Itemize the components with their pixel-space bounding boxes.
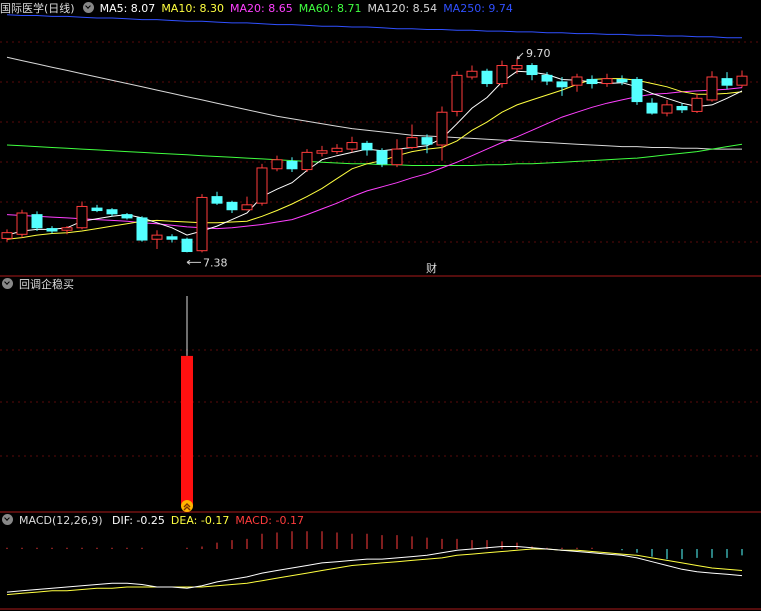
candle-down[interactable]: [181, 238, 193, 253]
candle-up[interactable]: [391, 148, 403, 166]
candle-up[interactable]: [436, 111, 448, 146]
candle-down[interactable]: [286, 160, 298, 170]
candlesticks[interactable]: [1, 58, 748, 253]
candle-up[interactable]: [76, 205, 88, 229]
ma-legend: MA5: 8.07 MA10: 8.30 MA20: 8.65 MA60: 8.71 M…: [100, 2, 519, 15]
low-arrow: [186, 259, 201, 265]
candle-down[interactable]: [616, 78, 628, 83]
candle-down[interactable]: [646, 102, 658, 114]
candle-down[interactable]: [211, 196, 223, 204]
candle-up[interactable]: [256, 167, 268, 204]
candle-up[interactable]: [706, 76, 718, 101]
candle-down[interactable]: [721, 78, 733, 86]
candle-up[interactable]: [511, 65, 523, 70]
candle-up[interactable]: [271, 159, 283, 170]
candle-down[interactable]: [376, 150, 388, 165]
candle-up[interactable]: [196, 196, 208, 252]
legend-dea: DEA: -0.17: [170, 514, 230, 527]
legend-ma10: MA10: 8.30: [161, 2, 225, 15]
legend-ma20: MA20: 8.65: [230, 2, 293, 15]
chevron-down-icon[interactable]: [2, 278, 13, 289]
macd-lines: [6, 546, 743, 596]
buy-signal-icon[interactable]: [181, 500, 193, 512]
candle-up[interactable]: [451, 74, 463, 112]
dif-line: [6, 546, 743, 593]
macd-panel-header: MACD(12,26,9) DIF: -0.25 DEA: -0.17 MACD: …: [0, 513, 316, 529]
candle-down[interactable]: [121, 214, 133, 219]
candle-down[interactable]: [46, 228, 58, 232]
candle-down[interactable]: [526, 65, 538, 76]
price-panel-header: 国际医学(日线) MA5: 8.07 MA10: 8.30 MA20: 8.65 MA6…: [0, 1, 525, 17]
candle-up[interactable]: [331, 147, 343, 153]
candle-down[interactable]: [361, 142, 373, 151]
candle-down[interactable]: [91, 207, 103, 212]
legend-macd_up: MACD: -0.17: [235, 514, 304, 527]
candle-down[interactable]: [556, 81, 568, 88]
candle-down[interactable]: [421, 137, 433, 145]
indicator-panel-header: 回调企稳买: [0, 277, 80, 293]
candle-down[interactable]: [676, 105, 688, 111]
candle-up[interactable]: [316, 150, 328, 154]
chart-title: 国际医学(日线): [0, 2, 75, 15]
event-marker-icon: 财: [426, 261, 437, 275]
high-arrow: [516, 52, 524, 60]
legend-ma120: MA120: 8.54: [367, 2, 438, 15]
candle-up[interactable]: [1, 232, 13, 239]
indicator-title: 回调企稳买: [19, 278, 74, 291]
candle-up[interactable]: [736, 75, 748, 86]
candle-up[interactable]: [151, 234, 163, 240]
candle-down[interactable]: [226, 201, 238, 211]
candle-down[interactable]: [541, 74, 553, 82]
candle-down[interactable]: [481, 70, 493, 85]
candle-down[interactable]: [106, 209, 118, 215]
legend-ma5: MA5: 8.07: [99, 2, 156, 15]
candle-up[interactable]: [241, 204, 253, 211]
candle-up[interactable]: [466, 70, 478, 78]
macd-title: MACD(12,26,9): [19, 514, 103, 527]
signal-bars[interactable]: [181, 296, 193, 512]
candle-up[interactable]: [571, 76, 583, 86]
candle-up[interactable]: [691, 97, 703, 112]
dea-line: [6, 548, 743, 596]
macd-legend: DIF: -0.25 DEA: -0.17 MACD: -0.17: [112, 514, 310, 527]
candle-down[interactable]: [631, 78, 643, 103]
candle-up[interactable]: [661, 104, 673, 114]
high-price-label: 9.70: [526, 47, 551, 60]
candle-up[interactable]: [301, 151, 313, 171]
candle-down[interactable]: [136, 217, 148, 241]
candle-down[interactable]: [31, 214, 43, 229]
ma120-line: [6, 56, 742, 150]
candle-up[interactable]: [496, 65, 508, 85]
legend-ma60: MA60: 8.71: [298, 2, 362, 15]
candle-up[interactable]: [16, 212, 28, 235]
legend-ma250: MA250: 9.74: [443, 2, 513, 15]
price-annotations: 9.70 7.38 财: [186, 47, 551, 275]
ma250-line: [6, 14, 742, 39]
candle-up[interactable]: [601, 78, 613, 85]
ma10-line: [6, 78, 743, 240]
chevron-down-icon[interactable]: [82, 2, 94, 13]
candle-up[interactable]: [61, 227, 73, 231]
chevron-down-icon[interactable]: [2, 514, 13, 525]
candle-up[interactable]: [406, 137, 418, 148]
signal-bar[interactable]: [181, 355, 193, 506]
low-price-label: 7.38: [203, 256, 228, 269]
candle-down[interactable]: [586, 78, 598, 85]
moving-average-lines: [6, 14, 743, 240]
candle-up[interactable]: [346, 142, 358, 150]
legend-dif: DIF: -0.25: [112, 514, 165, 527]
candle-down[interactable]: [166, 236, 178, 240]
